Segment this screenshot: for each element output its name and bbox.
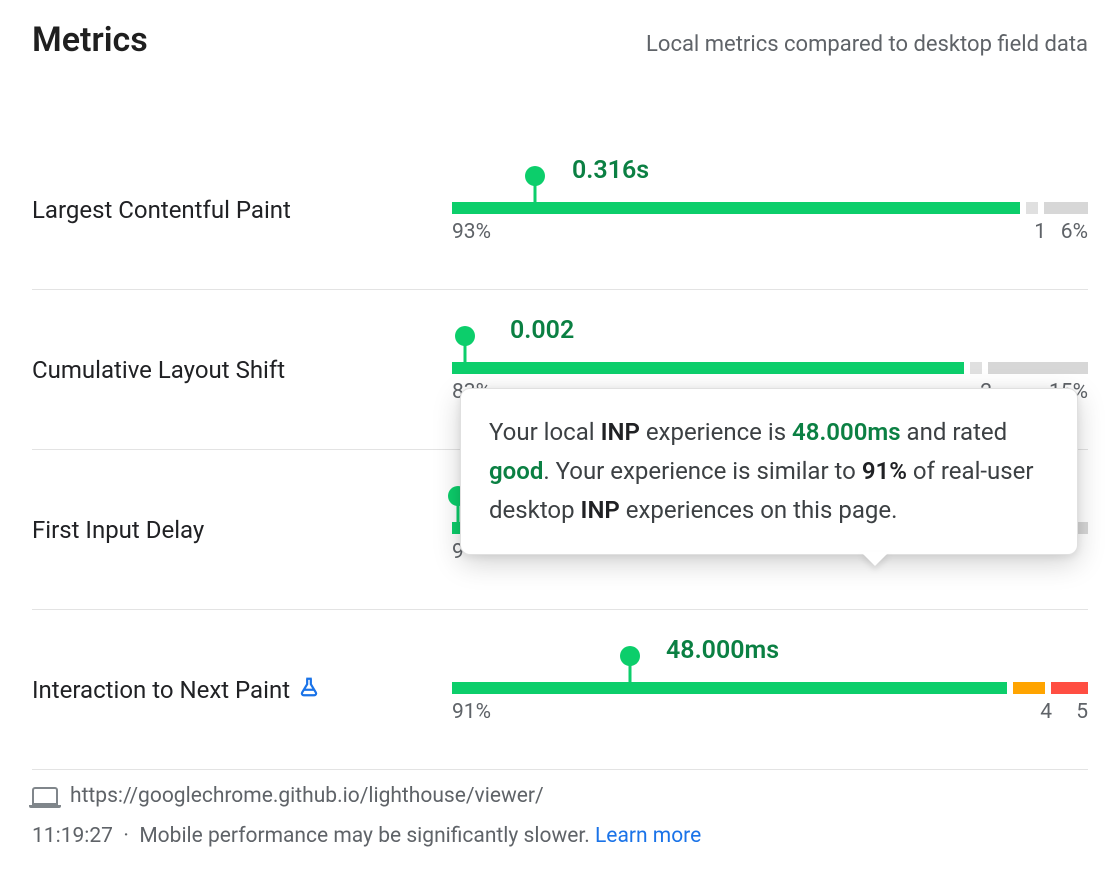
metric-row-lcp[interactable]: Largest Contentful Paint 0.316s 93% 1 6% [32, 130, 1088, 290]
metric-label: Interaction to Next Paint [32, 675, 452, 705]
section-title: Metrics [32, 20, 148, 60]
metrics-header: Metrics Local metrics compared to deskto… [32, 20, 1088, 60]
inp-tooltip: Your local INP experience is 48.000ms an… [460, 388, 1078, 555]
poor-pct: 6% [1061, 220, 1088, 244]
ni-pct: 4 [1040, 700, 1052, 724]
flask-icon [298, 675, 320, 705]
metric-label: Largest Contentful Paint [32, 196, 452, 224]
footer-note: Mobile performance may be significantly … [139, 824, 589, 848]
timestamp: 11:19:27 [32, 824, 113, 848]
local-value-marker [455, 326, 475, 346]
metric-row-inp[interactable]: Interaction to Next Paint 48.000ms [32, 610, 1088, 770]
laptop-icon [32, 787, 58, 805]
metric-value: 0.002 [510, 316, 574, 345]
metric-value: 0.316s [572, 156, 649, 185]
ni-pct: 1 [1034, 220, 1046, 244]
metric-distribution-inp: 48.000ms 91% 4 5 [452, 610, 1088, 769]
learn-more-link[interactable]: Learn more [595, 824, 701, 848]
metric-label: First Input Delay [32, 516, 452, 544]
metric-distribution-lcp: 0.316s 93% 1 6% [452, 130, 1088, 289]
poor-pct: 5 [1076, 700, 1088, 724]
footer: https://googlechrome.github.io/lighthous… [32, 784, 1088, 848]
metric-value: 48.000ms [666, 636, 779, 665]
metric-label: Cumulative Layout Shift [32, 356, 452, 384]
tooltip-arrow-icon [861, 552, 889, 566]
local-value-marker [620, 646, 640, 666]
section-subtitle: Local metrics compared to desktop field … [646, 32, 1088, 57]
local-value-marker [525, 166, 545, 186]
page-url: https://googlechrome.github.io/lighthous… [70, 784, 544, 808]
good-pct: 93% [452, 220, 491, 244]
good-pct: 91% [452, 700, 491, 724]
